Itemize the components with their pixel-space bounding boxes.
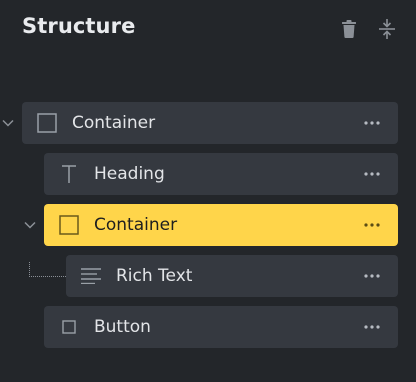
button-square-icon [58,306,80,348]
tree-connector [29,262,66,277]
container-square-icon [58,204,80,246]
chevron-down-icon[interactable] [1,116,15,130]
rich-text-lines-icon [80,255,102,297]
collapse-all-icon[interactable] [376,18,398,40]
container-square-icon [36,102,58,144]
text-t-icon [58,153,80,195]
more-options-icon[interactable] [364,306,380,348]
more-options-icon[interactable] [364,102,380,144]
tree-item-label: Rich Text [116,266,193,286]
tree-item-heading[interactable]: Heading [44,153,398,195]
trash-icon[interactable] [338,18,360,40]
tree-item-container[interactable]: Container [22,102,398,144]
tree-item-rich-text[interactable]: Rich Text [66,255,398,297]
chevron-down-icon[interactable] [23,218,37,232]
more-options-icon[interactable] [364,204,380,246]
more-options-icon[interactable] [364,255,380,297]
tree-item-button[interactable]: Button [44,306,398,348]
more-options-icon[interactable] [364,153,380,195]
panel-title: Structure [22,14,136,38]
tree-item-label: Container [94,215,178,235]
tree-item-label: Container [72,113,156,133]
tree-item-container-selected[interactable]: Container [44,204,398,246]
tree-item-label: Heading [94,164,165,184]
tree-item-label: Button [94,317,151,337]
